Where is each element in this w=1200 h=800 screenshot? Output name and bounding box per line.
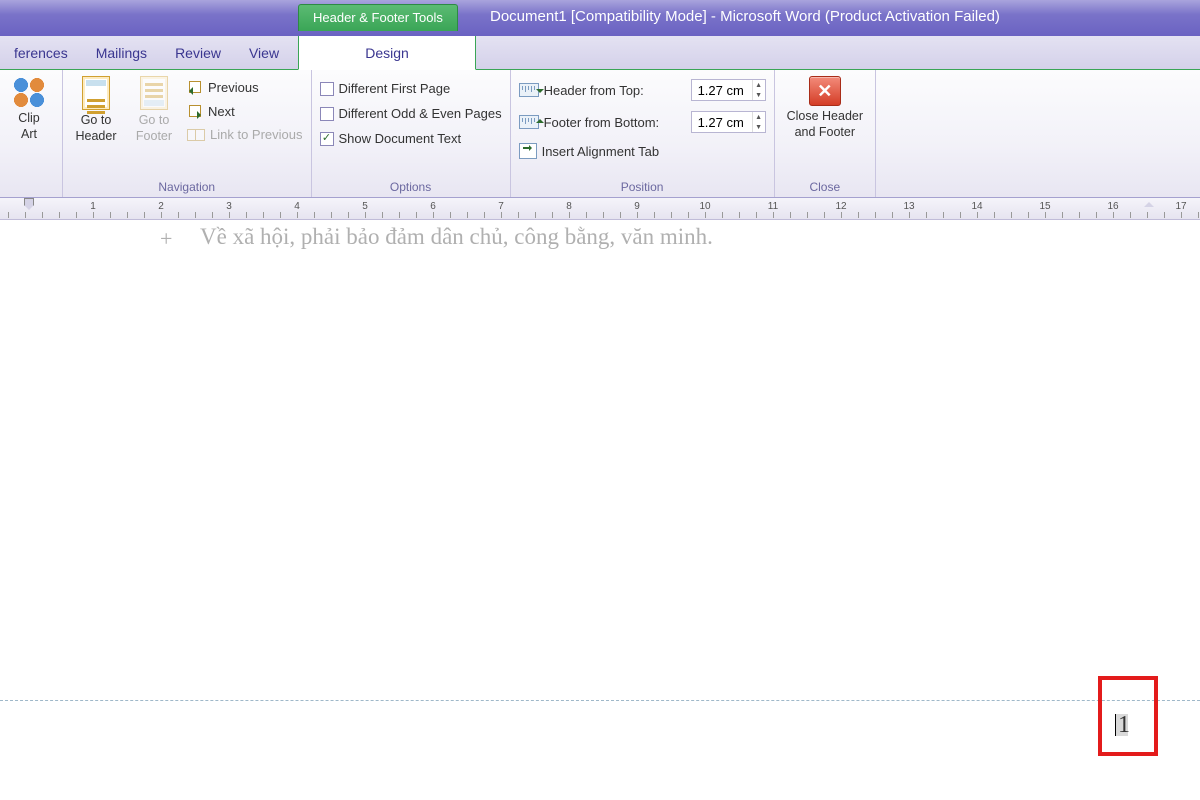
spin-up[interactable]: ▲ [753, 112, 765, 122]
previous-icon [187, 79, 203, 95]
context-tab-accent [0, 69, 1200, 70]
next-button[interactable]: Next [187, 100, 303, 122]
different-odd-even-checkbox[interactable]: Different Odd & Even Pages [320, 103, 502, 124]
tab-mailings[interactable]: Mailings [82, 37, 161, 68]
ruler-number: 4 [294, 201, 300, 212]
ruler-number: 13 [903, 201, 914, 212]
group-close: ✕ Close Headerand Footer Close [775, 70, 876, 197]
group-label-options: Options [320, 180, 502, 197]
footer-separator [0, 700, 1200, 701]
page-footer-icon [140, 76, 168, 110]
ruler-number: 16 [1107, 201, 1118, 212]
group-label-position: Position [519, 180, 766, 197]
previous-button[interactable]: Previous [187, 76, 303, 98]
ruler-number: 7 [498, 201, 504, 212]
ruler-number: 9 [634, 201, 640, 212]
insert-alignment-tab-button[interactable]: Insert Alignment Tab [519, 140, 766, 162]
page-header-icon [82, 76, 110, 110]
footer-from-bottom-input[interactable]: ▲▼ [691, 111, 766, 133]
ruler-number: 1 [90, 201, 96, 212]
link-to-previous-button: Link to Previous [187, 124, 303, 145]
goto-header-button[interactable]: Go toHeader [71, 74, 121, 146]
ruler-number: 14 [971, 201, 982, 212]
next-icon [187, 103, 203, 119]
tab-review[interactable]: Review [161, 37, 235, 68]
ruler-ticks [0, 198, 1200, 219]
clip-art-icon [12, 76, 46, 108]
spin-down[interactable]: ▼ [753, 122, 765, 132]
header-from-top-row: Header from Top: ▲▼ [519, 76, 766, 104]
measure-down-icon [519, 83, 539, 97]
ruler-right-indent-marker[interactable] [1144, 198, 1154, 207]
show-document-text-checkbox[interactable]: ✓ Show Document Text [320, 128, 502, 149]
clip-art-label-1: Clip [18, 111, 40, 125]
tab-references[interactable]: ferences [0, 37, 82, 68]
group-illustrations: Clip Art [0, 70, 63, 197]
ribbon: Clip Art Go toHeader Go toFooter Previous [0, 70, 1200, 198]
ribbon-tabs: ferences Mailings Review View Design [0, 36, 1200, 70]
close-icon: ✕ [809, 76, 841, 106]
ruler-number: 15 [1039, 201, 1050, 212]
title-bar: Header & Footer Tools Document1 [Compati… [0, 0, 1200, 36]
checkbox-icon [320, 82, 334, 96]
ruler-number: 8 [566, 201, 572, 212]
close-header-footer-button[interactable]: ✕ Close Headerand Footer [783, 74, 867, 142]
horizontal-ruler[interactable]: 1234567891011121314151617 [0, 198, 1200, 220]
faded-bullet: + [160, 226, 172, 252]
ruler-number: 6 [430, 201, 436, 212]
ruler-left-indent-marker[interactable] [24, 198, 34, 215]
context-tab-header-footer-tools: Header & Footer Tools [298, 4, 458, 31]
different-first-page-checkbox[interactable]: Different First Page [320, 78, 502, 99]
ruler-number: 17 [1175, 201, 1186, 212]
faded-body-text: Về xã hội, phải bảo đảm dân chủ, công bằ… [200, 224, 713, 250]
alignment-tab-icon [519, 143, 537, 159]
clip-art-label-2: Art [21, 127, 37, 141]
spin-down[interactable]: ▼ [753, 90, 765, 100]
measure-up-icon [519, 115, 539, 129]
footer-from-bottom-row: Footer from Bottom: ▲▼ [519, 108, 766, 136]
checkbox-icon [320, 107, 334, 121]
ruler-number: 10 [699, 201, 710, 212]
group-label-navigation: Navigation [71, 180, 303, 197]
ruler-number: 3 [226, 201, 232, 212]
ruler-number: 2 [158, 201, 164, 212]
window-title: Document1 [Compatibility Mode] - Microso… [490, 8, 1000, 25]
ruler-number: 11 [768, 201, 778, 212]
spin-up[interactable]: ▲ [753, 80, 765, 90]
ruler-number: 12 [835, 201, 846, 212]
tab-design[interactable]: Design [298, 36, 476, 70]
goto-footer-button: Go toFooter [129, 74, 179, 146]
ruler-number: 5 [362, 201, 368, 212]
checkbox-checked-icon: ✓ [320, 132, 334, 146]
page-number-field[interactable]: 1 [1118, 712, 1130, 739]
clip-art-button[interactable]: Clip Art [4, 74, 54, 144]
group-options: Different First Page Different Odd & Eve… [312, 70, 511, 197]
document-area[interactable]: + Về xã hội, phải bảo đảm dân chủ, công … [0, 220, 1200, 800]
link-icon [187, 128, 205, 142]
group-position: Header from Top: ▲▼ Footer from Bottom: … [511, 70, 775, 197]
tab-view[interactable]: View [235, 37, 293, 68]
group-navigation: Go toHeader Go toFooter Previous Next Li… [63, 70, 312, 197]
group-label-blank [4, 180, 54, 197]
header-from-top-input[interactable]: ▲▼ [691, 79, 766, 101]
group-label-close: Close [783, 180, 867, 197]
